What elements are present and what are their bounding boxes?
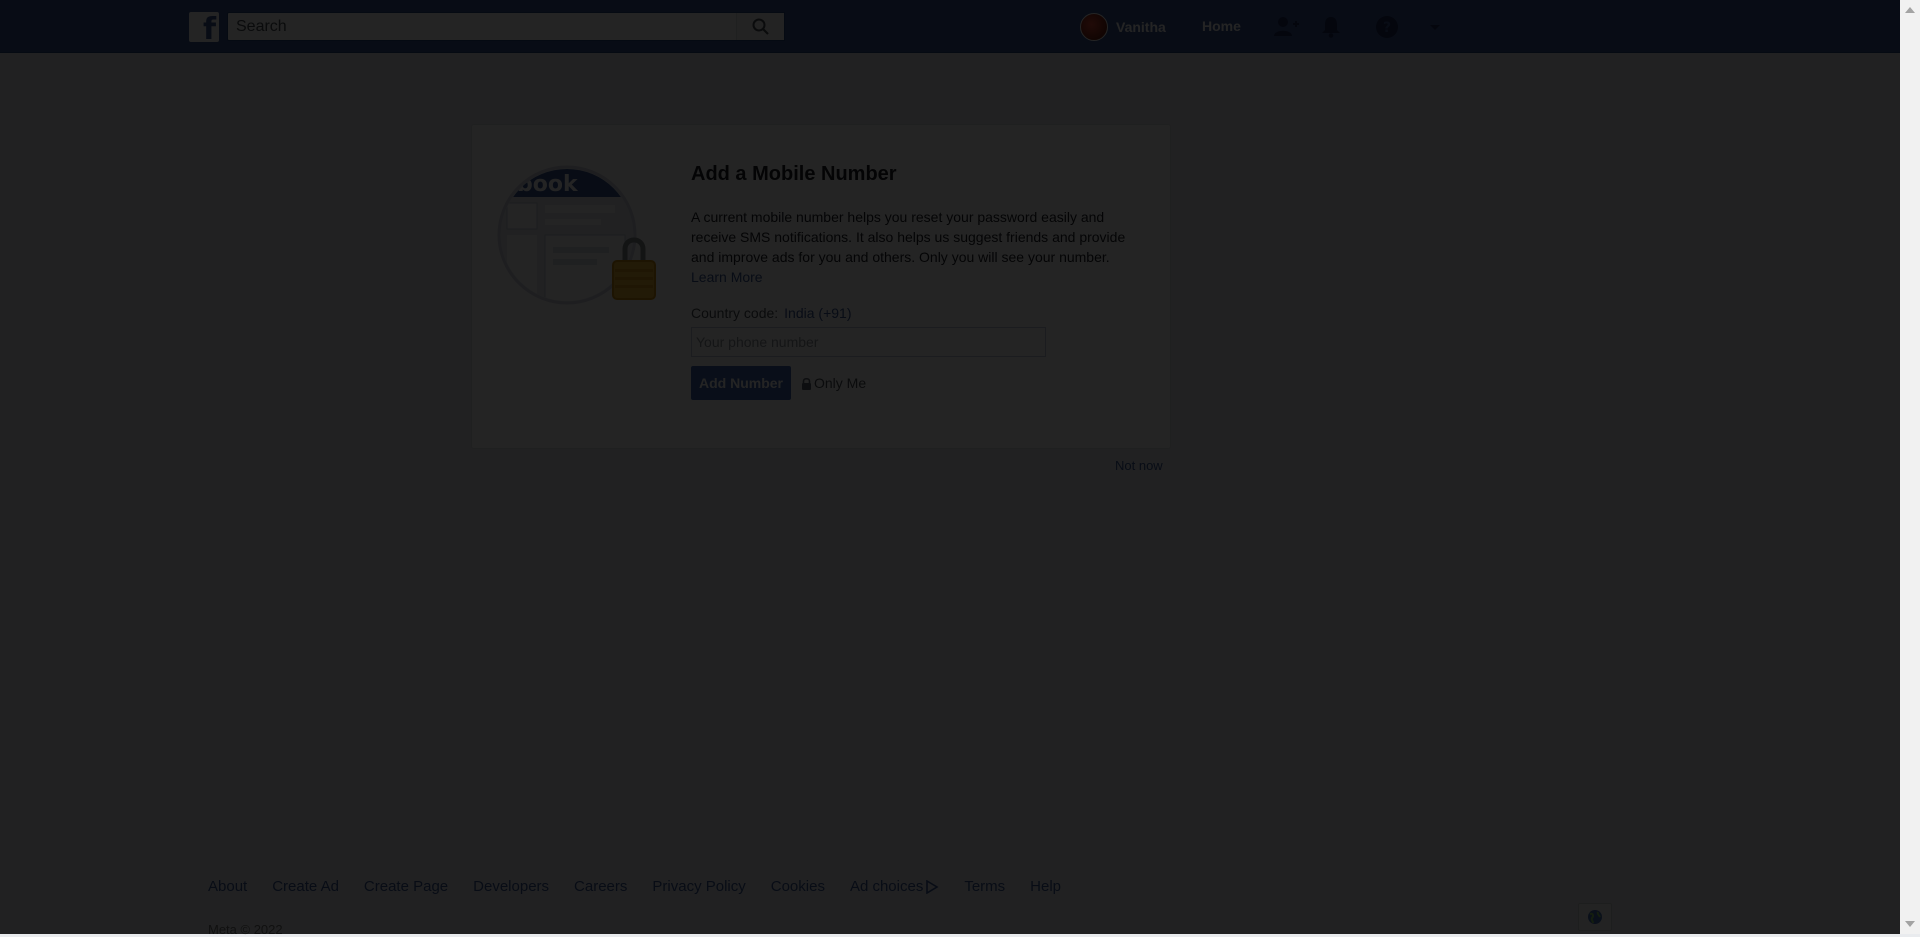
card-body: Add a Mobile Number A current mobile num… bbox=[691, 161, 1137, 400]
profile-link[interactable]: Vanitha bbox=[1080, 12, 1166, 42]
footer-link-ad-choices[interactable]: Ad choices bbox=[850, 878, 939, 895]
footer-link-create-ad[interactable]: Create Ad bbox=[272, 878, 339, 895]
footer-link-careers[interactable]: Careers bbox=[574, 878, 627, 895]
friend-requests-button[interactable] bbox=[1271, 12, 1301, 42]
scroll-down-arrow-icon[interactable] bbox=[1905, 921, 1915, 927]
chevron-down-icon bbox=[1430, 25, 1440, 30]
not-now-link[interactable]: Not now bbox=[1115, 458, 1163, 473]
language-button[interactable] bbox=[1578, 903, 1612, 931]
card-description: A current mobile number helps you reset … bbox=[691, 207, 1137, 287]
footer-link-privacy-policy[interactable]: Privacy Policy bbox=[652, 878, 745, 895]
copyright-text: Meta © 2022 bbox=[208, 922, 283, 937]
footer-link-terms[interactable]: Terms bbox=[964, 878, 1005, 895]
card-title: Add a Mobile Number bbox=[691, 163, 897, 185]
country-code-row: Country code: India (+91) bbox=[691, 303, 1137, 323]
footer-link-about[interactable]: About bbox=[208, 878, 247, 895]
footer-link-cookies[interactable]: Cookies bbox=[771, 878, 825, 895]
footer-links: About Create Ad Create Page Developers C… bbox=[208, 878, 1086, 895]
bell-icon bbox=[1322, 17, 1340, 38]
ad-choices-icon bbox=[926, 879, 939, 894]
help-icon: ? bbox=[1376, 16, 1398, 38]
country-code-label: Country code: bbox=[691, 305, 779, 321]
description-text: A current mobile number helps you reset … bbox=[691, 209, 1126, 265]
svg-text:?: ? bbox=[1383, 20, 1391, 36]
user-name: Vanitha bbox=[1116, 19, 1166, 35]
footer-link-create-page[interactable]: Create Page bbox=[364, 878, 448, 895]
locked-profile-illustration: book bbox=[497, 165, 656, 305]
lock-icon bbox=[802, 377, 811, 390]
search-icon bbox=[752, 18, 769, 35]
facebook-logo-icon[interactable]: f bbox=[189, 12, 219, 42]
learn-more-link[interactable]: Learn More bbox=[691, 269, 763, 285]
privacy-label: Only Me bbox=[814, 375, 867, 391]
ad-choices-label: Ad choices bbox=[849, 878, 924, 895]
add-number-button[interactable]: Add Number bbox=[691, 366, 791, 400]
notifications-button[interactable] bbox=[1316, 12, 1346, 42]
footer-link-help[interactable]: Help bbox=[1030, 878, 1061, 895]
search-button[interactable] bbox=[736, 13, 784, 40]
country-code-selector[interactable]: India (+91) bbox=[784, 305, 851, 321]
privacy-selector[interactable]: Only Me bbox=[801, 375, 866, 391]
globe-icon bbox=[1588, 910, 1602, 924]
avatar bbox=[1080, 13, 1108, 41]
footer-link-developers[interactable]: Developers bbox=[473, 878, 549, 895]
help-button[interactable]: ? bbox=[1372, 12, 1402, 42]
search-box bbox=[227, 12, 785, 41]
search-input[interactable] bbox=[228, 13, 736, 40]
page-scrollbar[interactable] bbox=[1900, 0, 1920, 934]
add-mobile-number-card: book Add a Mobile Number A current mobil… bbox=[471, 124, 1171, 449]
svg-text:book: book bbox=[517, 172, 579, 197]
scroll-up-arrow-icon[interactable] bbox=[1905, 7, 1915, 13]
account-menu-button[interactable] bbox=[1420, 12, 1450, 42]
friend-requests-icon bbox=[1274, 17, 1299, 36]
action-row: Add Number Only Me bbox=[691, 366, 1137, 400]
top-navigation-bar: f Vanitha Home ? bbox=[0, 0, 1900, 53]
phone-number-input[interactable] bbox=[691, 327, 1046, 357]
home-link[interactable]: Home bbox=[1202, 18, 1241, 34]
